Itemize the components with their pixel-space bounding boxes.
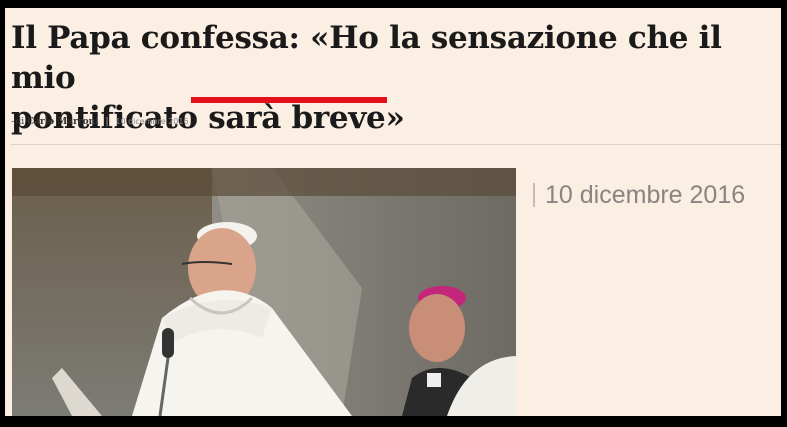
red-underline-highlight bbox=[191, 97, 387, 103]
screenshot-frame: Il Papa confessa: «Ho la sensazione che … bbox=[0, 0, 787, 427]
article-date: 10 dicembre 2016 bbox=[115, 117, 189, 126]
byline-prefix: –di bbox=[11, 117, 25, 127]
headline-line-1: Il Papa confessa: «Ho la sensazione che … bbox=[11, 20, 722, 96]
date-callout-divider bbox=[533, 183, 535, 208]
author-link[interactable]: Carlo Marroni bbox=[27, 117, 99, 127]
byline: –di Carlo Marroni | 10 dicembre 2016 bbox=[11, 117, 189, 127]
headline-line-2-end: » bbox=[385, 100, 405, 136]
divider bbox=[11, 144, 781, 145]
headline-emphasis: sarà breve bbox=[208, 100, 386, 136]
article-photo bbox=[12, 168, 516, 416]
photo-illustration bbox=[12, 168, 516, 416]
date-callout: 10 dicembre 2016 bbox=[533, 180, 745, 210]
date-callout-text: 10 dicembre 2016 bbox=[545, 180, 746, 209]
byline-separator: | bbox=[105, 117, 109, 127]
article-page: Il Papa confessa: «Ho la sensazione che … bbox=[5, 8, 781, 416]
